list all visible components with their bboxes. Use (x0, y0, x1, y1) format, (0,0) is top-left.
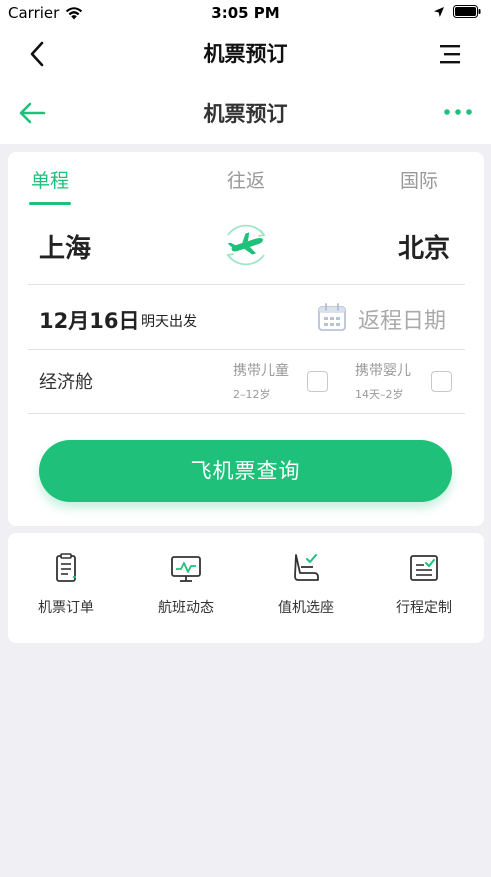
service-label: 值机选座 (278, 600, 334, 616)
child-option-label: 携带儿童 (233, 363, 289, 379)
divider (28, 349, 465, 350)
flight-status-icon (171, 556, 201, 582)
services-panel: 机票订单 航班动态 值机选座 行程定制 (8, 533, 484, 643)
tab-round-trip[interactable]: 往返 (201, 166, 291, 193)
seat-selection-icon (294, 554, 319, 581)
divider (28, 413, 465, 414)
tab-international[interactable]: 国际 (374, 166, 464, 193)
return-date-field[interactable]: 返程日期 (358, 303, 446, 335)
arrival-city[interactable]: 北京 (398, 228, 450, 265)
order-icon (56, 553, 76, 582)
page-title: 机票预订 (203, 42, 288, 66)
infant-age-range: 14天–2岁 (355, 388, 404, 401)
search-flights-button[interactable]: 飞机票查询 (39, 440, 452, 502)
battery-icon (453, 5, 481, 18)
service-item-orders[interactable]: 机票订单 (16, 551, 116, 617)
cabin-class[interactable]: 经济舱 (39, 368, 93, 394)
more-dots-icon[interactable] (443, 104, 473, 120)
child-checkbox[interactable] (307, 371, 328, 392)
service-item-seat-selection[interactable]: 值机选座 (256, 551, 356, 617)
menu-icon[interactable] (439, 43, 461, 65)
divider (28, 284, 465, 285)
service-label: 行程定制 (396, 600, 452, 616)
sub-page-title: 机票预订 (203, 102, 288, 126)
calendar-icon[interactable] (317, 302, 347, 332)
sub-nav-bar: 机票预订 (0, 80, 491, 144)
departure-date[interactable]: 12月16日 (39, 305, 139, 335)
infant-checkbox[interactable] (431, 371, 452, 392)
service-item-flight-status[interactable]: 航班动态 (136, 551, 236, 617)
departure-city[interactable]: 上海 (39, 228, 91, 265)
status-time: 3:05 PM (211, 4, 280, 22)
child-age-range: 2–12岁 (233, 388, 271, 401)
status-indicators (433, 5, 481, 18)
active-tab-indicator (29, 202, 71, 205)
swap-cities-plane-icon[interactable] (219, 218, 273, 272)
itinerary-icon (410, 555, 438, 581)
location-arrow-icon (434, 6, 444, 17)
departure-date-note: 明天出发 (141, 314, 197, 330)
status-bar: Carrier 3:05 PM (0, 0, 491, 28)
service-item-itinerary[interactable]: 行程定制 (374, 551, 474, 617)
service-label: 机票订单 (38, 600, 94, 616)
tab-one-way[interactable]: 单程 (5, 166, 95, 193)
booking-card: 单程 往返 国际 上海 北京 12月16日 明天出发 返程日期 经济舱 携带儿童… (8, 152, 484, 526)
infant-option-label: 携带婴儿 (355, 363, 411, 379)
service-label: 航班动态 (158, 600, 214, 616)
trip-type-tabs: 单程 往返 国际 (8, 166, 484, 210)
top-nav-bar: 机票预订 (0, 28, 491, 80)
